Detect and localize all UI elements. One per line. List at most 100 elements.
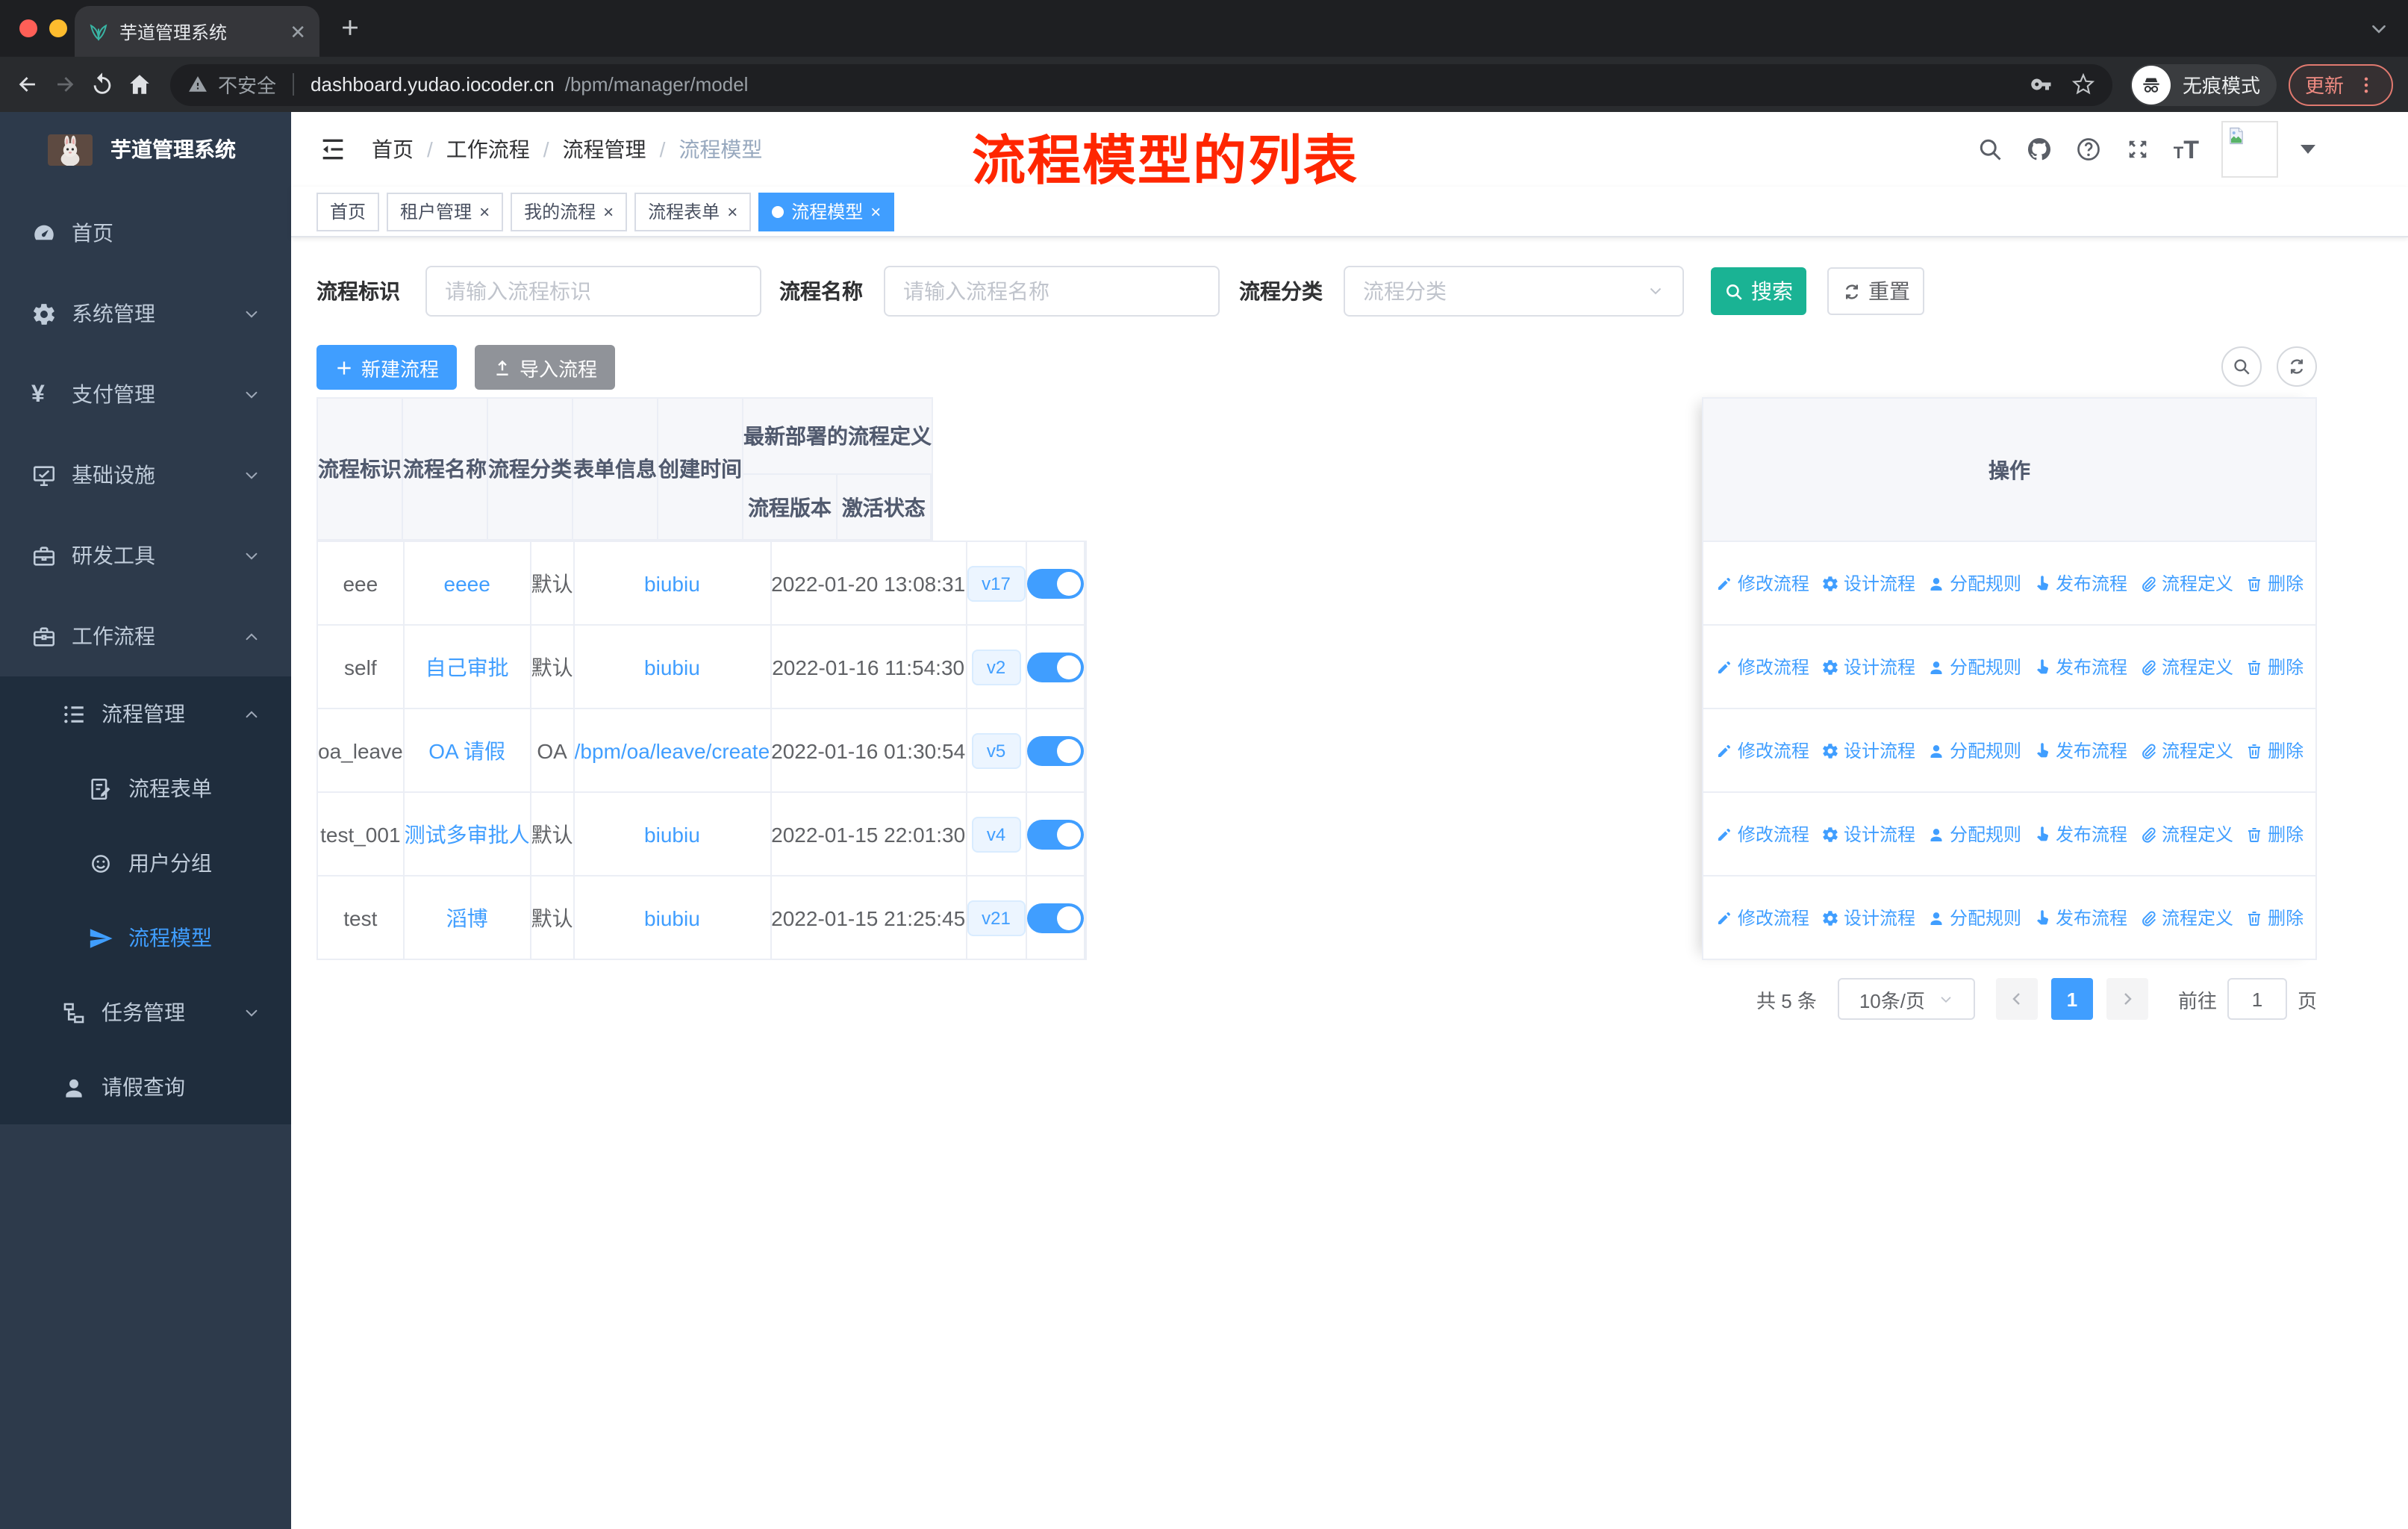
- action-publish[interactable]: 发布流程: [2033, 821, 2127, 847]
- sidebar-item-workflow[interactable]: 工作流程: [0, 596, 291, 676]
- minimize-window-button[interactable]: [49, 19, 67, 37]
- sidebar-item-system[interactable]: 系统管理: [0, 273, 291, 354]
- tag-流程表单[interactable]: 流程表单 ×: [634, 192, 752, 231]
- tab-search-chevron-icon[interactable]: [2369, 19, 2389, 39]
- toggle-search-icon[interactable]: [2221, 346, 2262, 387]
- collapse-sidebar-icon[interactable]: [318, 134, 348, 164]
- bookmark-star-icon[interactable]: [2071, 73, 2094, 96]
- sidebar-item-payment[interactable]: ¥ 支付管理: [0, 354, 291, 435]
- key-icon[interactable]: [2030, 73, 2053, 96]
- filter-key-input[interactable]: [425, 266, 761, 317]
- tag-close-icon[interactable]: ×: [479, 202, 490, 220]
- back-icon[interactable]: [15, 72, 40, 97]
- action-assign[interactable]: 分配规则: [1927, 738, 2021, 763]
- tag-租户管理[interactable]: 租户管理 ×: [387, 192, 504, 231]
- breadcrumb-item[interactable]: 工作流程: [446, 134, 530, 164]
- active-toggle[interactable]: [1027, 735, 1083, 765]
- action-publish[interactable]: 发布流程: [2033, 654, 2127, 679]
- reset-button[interactable]: 重置: [1827, 267, 1924, 315]
- action-edit[interactable]: 修改流程: [1715, 905, 1809, 930]
- reload-icon[interactable]: [90, 72, 115, 97]
- font-size-icon[interactable]: TT: [2174, 137, 2199, 162]
- action-definition[interactable]: 流程定义: [2139, 905, 2233, 930]
- model-name-link[interactable]: eeee: [444, 571, 490, 595]
- action-edit[interactable]: 修改流程: [1715, 821, 1809, 847]
- model-name-link[interactable]: 测试多审批人: [405, 822, 529, 846]
- action-delete[interactable]: 删除: [2245, 905, 2303, 930]
- home-icon[interactable]: [127, 72, 152, 97]
- sidebar-item-task-manage[interactable]: 任务管理: [0, 975, 291, 1050]
- tag-close-icon[interactable]: ×: [870, 202, 881, 220]
- avatar-caret-down-icon[interactable]: [2301, 145, 2315, 154]
- import-model-button[interactable]: 导入流程: [475, 345, 615, 390]
- action-definition[interactable]: 流程定义: [2139, 821, 2233, 847]
- action-assign[interactable]: 分配规则: [1927, 821, 2021, 847]
- sidebar-item-process-manage[interactable]: 流程管理: [0, 676, 291, 751]
- sidebar-item-process-form[interactable]: 流程表单: [0, 751, 291, 826]
- next-page-button[interactable]: [2106, 978, 2148, 1020]
- active-toggle[interactable]: [1027, 568, 1083, 598]
- action-edit[interactable]: 修改流程: [1715, 654, 1809, 679]
- url-bar[interactable]: 不安全 dashboard.yudao.iocoder.cn /bpm/mana…: [170, 63, 2112, 105]
- create-model-button[interactable]: 新建流程: [316, 345, 457, 390]
- action-design[interactable]: 设计流程: [1821, 570, 1915, 596]
- sidebar-item-devtools[interactable]: 研发工具: [0, 515, 291, 596]
- page-size-select[interactable]: 10条/页: [1837, 978, 1975, 1020]
- sidebar-item-home[interactable]: 首页: [0, 193, 291, 273]
- browser-tab[interactable]: 芋道管理系统 ✕: [75, 6, 319, 57]
- action-assign[interactable]: 分配规则: [1927, 570, 2021, 596]
- breadcrumb-item[interactable]: 流程管理: [563, 134, 646, 164]
- form-info-link[interactable]: biubiu: [644, 822, 700, 846]
- form-info-link[interactable]: biubiu: [644, 655, 700, 679]
- app-logo[interactable]: 芋道管理系统: [0, 112, 291, 187]
- sidebar-item-process-model[interactable]: 流程模型: [0, 900, 291, 975]
- action-design[interactable]: 设计流程: [1821, 654, 1915, 679]
- search-icon[interactable]: [1977, 136, 2003, 163]
- breadcrumb-item[interactable]: 首页: [372, 134, 414, 164]
- tab-close-icon[interactable]: ✕: [290, 22, 306, 41]
- active-toggle[interactable]: [1027, 819, 1083, 849]
- action-design[interactable]: 设计流程: [1821, 905, 1915, 930]
- tag-close-icon[interactable]: ×: [727, 202, 737, 220]
- forward-icon[interactable]: [52, 72, 78, 97]
- sidebar-item-leave-query[interactable]: 请假查询: [0, 1050, 291, 1124]
- action-publish[interactable]: 发布流程: [2033, 738, 2127, 763]
- action-edit[interactable]: 修改流程: [1715, 738, 1809, 763]
- tag-close-icon[interactable]: ×: [603, 202, 614, 220]
- action-assign[interactable]: 分配规则: [1927, 905, 2021, 930]
- action-delete[interactable]: 删除: [2245, 570, 2303, 596]
- new-tab-icon[interactable]: [337, 15, 363, 40]
- active-toggle[interactable]: [1027, 903, 1083, 932]
- action-design[interactable]: 设计流程: [1821, 738, 1915, 763]
- filter-name-input[interactable]: [884, 266, 1220, 317]
- active-toggle[interactable]: [1027, 652, 1083, 682]
- fullscreen-icon[interactable]: [2124, 136, 2151, 163]
- action-edit[interactable]: 修改流程: [1715, 570, 1809, 596]
- close-window-button[interactable]: [19, 19, 37, 37]
- action-delete[interactable]: 删除: [2245, 654, 2303, 679]
- action-definition[interactable]: 流程定义: [2139, 738, 2233, 763]
- goto-page-input[interactable]: [2227, 978, 2287, 1020]
- tag-流程模型[interactable]: 流程模型 ×: [758, 192, 895, 231]
- help-icon[interactable]: [2075, 136, 2102, 163]
- action-design[interactable]: 设计流程: [1821, 821, 1915, 847]
- security-label[interactable]: 不安全: [218, 70, 276, 99]
- current-page-button[interactable]: 1: [2050, 978, 2093, 1020]
- sidebar-item-user-group[interactable]: 用户分组: [0, 826, 291, 900]
- action-publish[interactable]: 发布流程: [2033, 570, 2127, 596]
- update-button[interactable]: 更新: [2288, 63, 2393, 105]
- prev-page-button[interactable]: [1995, 978, 2038, 1020]
- avatar[interactable]: [2221, 121, 2278, 178]
- action-delete[interactable]: 删除: [2245, 821, 2303, 847]
- tag-我的流程[interactable]: 我的流程 ×: [511, 192, 628, 231]
- action-definition[interactable]: 流程定义: [2139, 654, 2233, 679]
- action-delete[interactable]: 删除: [2245, 738, 2303, 763]
- model-name-link[interactable]: 滔博: [446, 906, 488, 929]
- action-publish[interactable]: 发布流程: [2033, 905, 2127, 930]
- model-name-link[interactable]: 自己审批: [425, 655, 509, 679]
- refresh-table-icon[interactable]: [2277, 346, 2317, 387]
- action-assign[interactable]: 分配规则: [1927, 654, 2021, 679]
- github-icon[interactable]: [2026, 136, 2053, 163]
- sidebar-item-infra[interactable]: 基础设施: [0, 435, 291, 515]
- model-name-link[interactable]: OA 请假: [428, 738, 505, 762]
